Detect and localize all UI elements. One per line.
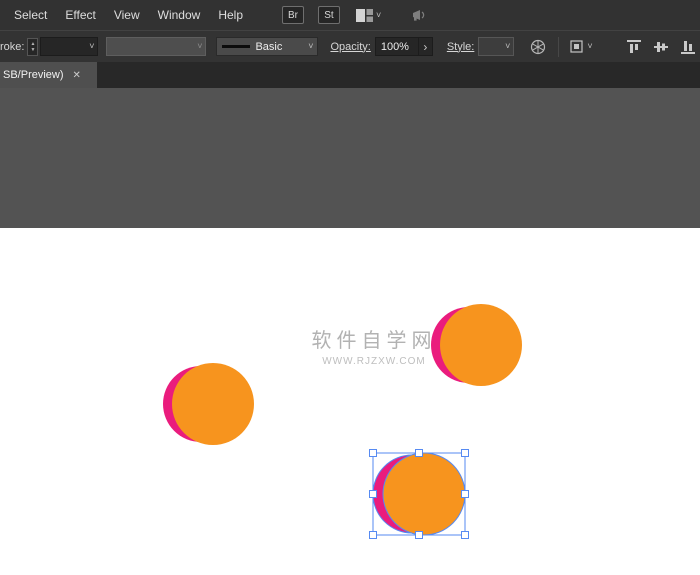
opacity-dropdown-arrow[interactable]: › — [419, 37, 433, 56]
color-wheel-icon — [530, 39, 546, 55]
menu-help[interactable]: Help — [209, 8, 252, 22]
style-link[interactable]: Style: — [447, 41, 475, 53]
selection-handle[interactable] — [370, 491, 377, 498]
selection-handle[interactable] — [462, 491, 469, 498]
divider — [558, 37, 559, 57]
align-buttons — [626, 39, 696, 55]
brush-stroke-preview — [222, 45, 250, 48]
align-bottom-icon[interactable] — [680, 39, 696, 55]
close-icon[interactable]: ✕ — [73, 70, 81, 81]
two-tone-ball-1[interactable] — [163, 363, 254, 445]
menu-effect[interactable]: Effect — [56, 8, 104, 22]
stock-button[interactable]: St — [318, 6, 340, 24]
chevron-down-icon: ˅ — [587, 42, 592, 51]
two-tone-ball-3[interactable] — [373, 453, 465, 535]
selection-handle[interactable] — [416, 532, 423, 539]
chevron-down-icon: ˅ — [89, 42, 94, 51]
brush-definition-dropdown[interactable]: Basic ˅ — [216, 37, 318, 56]
opacity-input[interactable]: 100% — [375, 37, 419, 56]
stepper-down-icon: ▼ — [30, 47, 35, 53]
align-top-icon[interactable] — [626, 39, 642, 55]
workspace-icon — [356, 9, 373, 22]
menu-bar: Select Effect View Window Help Br St ˅ — [0, 0, 700, 30]
selection-handle[interactable] — [462, 450, 469, 457]
selection-handle[interactable] — [370, 450, 377, 457]
chevron-down-icon: ˅ — [376, 11, 381, 20]
selection-handle[interactable] — [416, 450, 423, 457]
share-button[interactable] — [411, 8, 428, 22]
bridge-button[interactable]: Br — [282, 6, 304, 24]
document-tab-title: SB/Preview) — [3, 69, 64, 81]
megaphone-icon — [411, 8, 428, 22]
chevron-down-icon: ˅ — [197, 42, 202, 51]
stroke-weight-dropdown[interactable]: ˅ — [40, 37, 98, 56]
document-icon — [569, 39, 584, 54]
chevron-down-icon: ˅ — [308, 42, 313, 51]
illustrator-window: Select Effect View Window Help Br St ˅ r… — [0, 0, 700, 575]
menu-view[interactable]: View — [105, 8, 149, 22]
document-tab-bar: SB/Preview) ✕ — [0, 62, 700, 88]
selection-handle[interactable] — [370, 532, 377, 539]
selection-handle[interactable] — [462, 532, 469, 539]
document-tab[interactable]: SB/Preview) ✕ — [0, 62, 97, 88]
two-tone-ball-2[interactable] — [431, 304, 522, 386]
control-bar: roke: ▲ ▼ ˅ ˅ Basic ˅ Opacity: 100% › St… — [0, 30, 700, 62]
menu-window[interactable]: Window — [149, 8, 210, 22]
workspace-switcher-button[interactable]: ˅ — [356, 9, 381, 22]
align-vertical-center-icon[interactable] — [653, 39, 669, 55]
graphic-style-dropdown[interactable]: ˅ — [478, 37, 514, 56]
width-profile-dropdown[interactable]: ˅ — [106, 37, 206, 56]
chevron-down-icon: ˅ — [505, 42, 510, 51]
opacity-link[interactable]: Opacity: — [330, 41, 370, 53]
menu-select[interactable]: Select — [5, 8, 56, 22]
stroke-label[interactable]: roke: — [0, 41, 24, 53]
document-setup-button[interactable]: ˅ — [569, 39, 592, 54]
recolor-artwork-button[interactable] — [530, 39, 546, 55]
brush-name: Basic — [255, 41, 305, 53]
stroke-weight-stepper[interactable]: ▲ ▼ — [27, 38, 38, 56]
